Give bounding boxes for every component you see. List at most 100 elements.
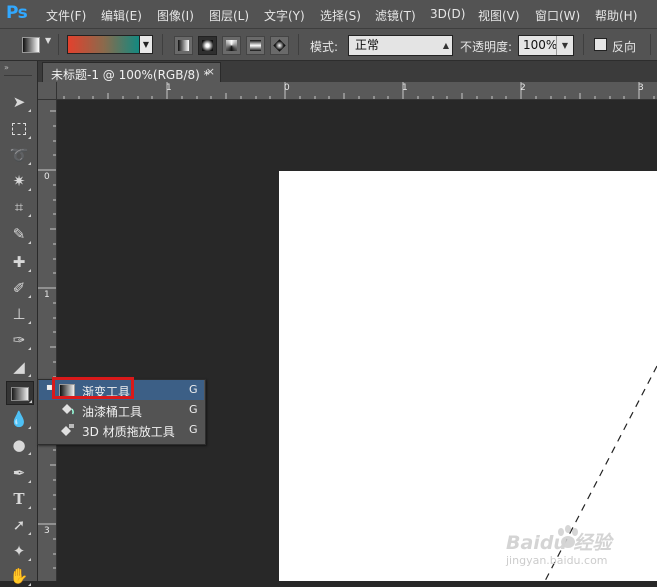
menu-file[interactable]: 文件(F) — [46, 7, 86, 24]
ruler-h-label: 2 — [520, 83, 526, 93]
linear-gradient-button[interactable] — [174, 36, 193, 55]
gradient-picker-dropdown[interactable]: ▼ — [139, 35, 153, 54]
reverse-label: 反向 — [612, 40, 637, 54]
flyout-item-3d-material-drop-tool[interactable]: 3D 材质拖放工具 G — [39, 420, 204, 440]
toolbox-collapse-icon[interactable]: » — [4, 63, 9, 72]
ruler-origin[interactable] — [38, 82, 57, 100]
clone-stamp-tool[interactable]: ⊥ — [6, 303, 32, 325]
path-select-icon: ➚ — [12, 516, 26, 534]
pen-icon: ✒ — [12, 464, 26, 482]
path-selection-tool[interactable]: ➚ — [6, 514, 32, 536]
type-tool[interactable]: T — [6, 488, 32, 510]
menu-filter[interactable]: 滤镜(T) — [375, 7, 416, 24]
blur-tool[interactable]: 💧 — [6, 408, 32, 430]
type-icon: T — [13, 490, 25, 508]
crop-tool[interactable]: ⌗ — [6, 196, 32, 218]
horizontal-ruler[interactable]: 1 0 1 2 3 — [57, 82, 657, 100]
opacity-dropdown-icon[interactable]: ▼ — [556, 36, 573, 55]
menu-image[interactable]: 图像(I) — [157, 7, 194, 24]
reverse-checkbox[interactable] — [594, 38, 607, 51]
watermark-text: Baidu 经验 — [506, 532, 612, 554]
annotation-highlight-box — [52, 377, 134, 399]
brush-icon: ✐ — [12, 279, 26, 297]
lasso-tool[interactable]: ➰ — [6, 144, 32, 166]
horizontal-ruler-ticks — [63, 82, 655, 99]
paint-bucket-icon — [59, 403, 75, 417]
move-tool[interactable]: ➤ — [6, 91, 32, 113]
magic-wand-icon: ✷ — [12, 172, 26, 190]
separator — [162, 34, 163, 55]
menu-help[interactable]: 帮助(H) — [595, 7, 637, 24]
options-bar: ▼ ▼ 模式: 正常 ▲▼ 不透明度: 100% ▼ 反向 — [0, 29, 657, 69]
gradient-tool[interactable] — [6, 381, 34, 405]
flyout-item-label: 油漆桶工具 — [82, 405, 143, 419]
angle-gradient-button[interactable] — [222, 36, 241, 55]
reflected-gradient-icon — [250, 40, 261, 51]
document-tab-bar: 未标题-1 @ 100%(RGB/8) * × — [38, 61, 657, 83]
menu-select[interactable]: 选择(S) — [320, 7, 361, 24]
diamond-gradient-icon — [273, 39, 286, 52]
menu-bar: Ps 文件(F) 编辑(E) 图像(I) 图层(L) 文字(Y) 选择(S) 滤… — [0, 0, 657, 29]
shortcut-key: G — [189, 423, 198, 436]
flyout-item-label: 3D 材质拖放工具 — [82, 425, 175, 439]
mode-value: 正常 — [355, 38, 380, 52]
separator — [4, 75, 32, 76]
menu-3d[interactable]: 3D(D) — [430, 7, 465, 21]
opacity-input[interactable]: 100% ▼ — [518, 35, 574, 56]
reflected-gradient-button[interactable] — [246, 36, 265, 55]
shape-tool[interactable]: ✦ — [6, 540, 32, 562]
ruler-h-label: 0 — [284, 83, 290, 93]
ruler-v-label: 0 — [44, 172, 50, 182]
menu-view[interactable]: 视图(V) — [478, 7, 520, 24]
radial-gradient-button[interactable] — [198, 36, 217, 55]
linear-gradient-icon — [178, 40, 189, 51]
app-logo: Ps — [6, 3, 28, 23]
menu-type[interactable]: 文字(Y) — [264, 7, 305, 24]
mode-select[interactable]: 正常 ▲▼ — [348, 35, 453, 69]
flyout-item-paint-bucket-tool[interactable]: 油漆桶工具 G — [39, 400, 204, 420]
baidu-watermark: Baidu 经验 jingyan.baidu.com — [504, 518, 654, 573]
radial-gradient-icon — [202, 40, 213, 51]
menu-layer[interactable]: 图层(L) — [209, 7, 249, 24]
angle-gradient-icon — [226, 40, 237, 51]
dodge-tool[interactable]: ● — [6, 434, 32, 456]
document-tab[interactable]: 未标题-1 @ 100%(RGB/8) * × — [42, 62, 221, 83]
brush-tool[interactable]: ✐ — [6, 277, 32, 299]
separator — [583, 34, 584, 55]
history-brush-tool[interactable]: ✑ — [6, 329, 32, 351]
history-brush-icon: ✑ — [12, 331, 26, 349]
ruler-v-label: 3 — [44, 526, 50, 536]
vertical-ruler[interactable]: 0 1 2 3 — [38, 100, 57, 581]
diamond-gradient-button[interactable] — [270, 36, 289, 55]
move-icon: ➤ — [12, 93, 26, 111]
eraser-tool[interactable]: ◢ — [6, 356, 32, 378]
pen-tool[interactable]: ✒ — [6, 462, 32, 484]
gradient-editor-swatch[interactable] — [67, 35, 141, 54]
marquee-tool[interactable] — [6, 118, 32, 140]
magic-wand-tool[interactable]: ✷ — [6, 170, 32, 192]
ruler-h-label: 1 — [166, 83, 172, 93]
lasso-icon: ➰ — [9, 146, 29, 164]
crop-icon: ⌗ — [14, 198, 24, 216]
menu-window[interactable]: 窗口(W) — [535, 7, 580, 24]
separator — [650, 34, 651, 55]
shortcut-key: G — [189, 403, 198, 416]
bandage-icon: ✚ — [12, 253, 26, 271]
close-icon[interactable]: × — [206, 65, 215, 78]
eraser-icon: ◢ — [13, 358, 25, 376]
ruler-h-label: 1 — [402, 83, 408, 93]
marquee-icon — [12, 123, 26, 135]
menu-edit[interactable]: 编辑(E) — [101, 7, 142, 24]
healing-brush-tool[interactable]: ✚ — [6, 251, 32, 273]
custom-shape-icon: ✦ — [12, 542, 26, 560]
shortcut-key: G — [189, 383, 198, 396]
toolbox: » ➤ ➰ ✷ ⌗ ✎ ✚ ✐ ⊥ ✑ ◢ 💧 ● ✒ T ➚ ✦ ✋ — [0, 61, 38, 586]
preset-dropdown-icon[interactable]: ▼ — [45, 36, 51, 45]
hand-tool[interactable]: ✋ — [6, 565, 32, 587]
ruler-h-label: 3 — [638, 83, 644, 93]
dodge-icon: ● — [12, 436, 26, 454]
drop-icon: 💧 — [9, 410, 29, 428]
tool-preset-picker[interactable] — [22, 37, 40, 53]
paint-bucket-svg — [62, 404, 74, 415]
eyedropper-tool[interactable]: ✎ — [6, 223, 32, 245]
